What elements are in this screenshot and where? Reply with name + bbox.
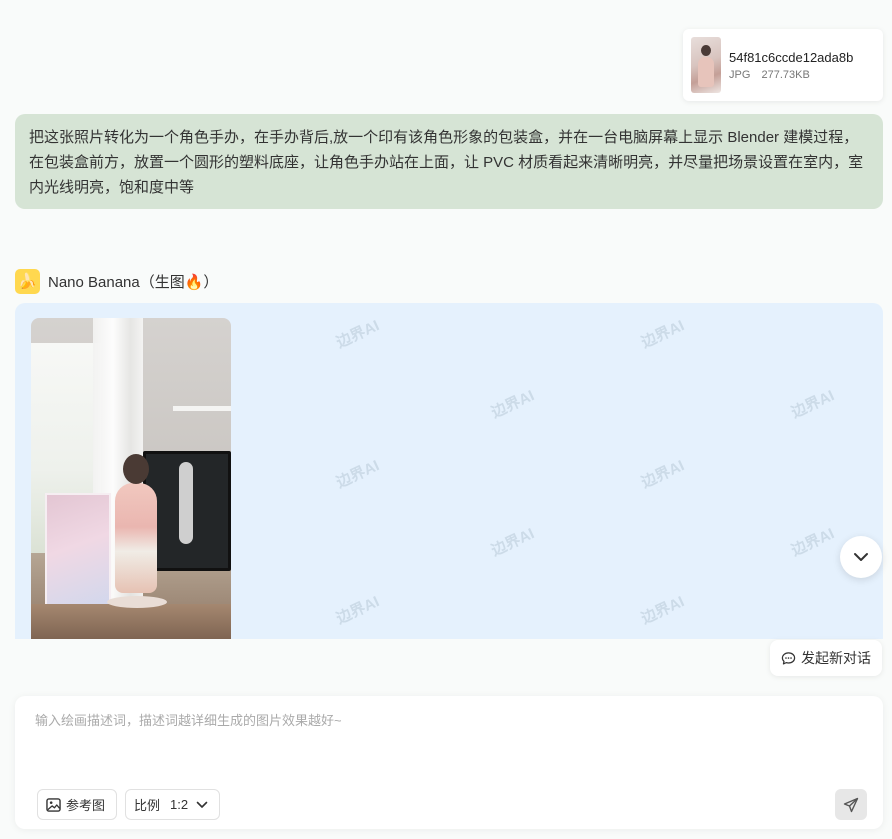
watermark: 边界AI bbox=[333, 457, 382, 492]
scene-figure-base bbox=[107, 596, 167, 608]
watermark: 边界AI bbox=[638, 593, 687, 628]
ratio-select[interactable]: 比例 1:2 bbox=[125, 789, 220, 820]
response-card: 边界AI 边界AI 边界AI 边界AI 边界AI 边界AI 边界AI 边界AI … bbox=[15, 303, 883, 639]
send-button[interactable] bbox=[835, 789, 867, 820]
attachment-thumbnail bbox=[691, 37, 721, 93]
watermark: 边界AI bbox=[788, 525, 837, 560]
user-message-bubble: 把这张照片转化为一个角色手办，在手办背后,放一个印有该角色形象的包装盒，并在一台… bbox=[15, 114, 883, 209]
attachment-card[interactable]: 54f81c6ccde12ada8b JPG 277.73KB bbox=[683, 29, 883, 101]
ratio-value: 1:2 bbox=[170, 797, 189, 812]
attachment-meta: 54f81c6ccde12ada8b JPG 277.73KB bbox=[729, 49, 859, 81]
watermark: 边界AI bbox=[333, 317, 382, 352]
new-chat-button[interactable]: 发起新对话 bbox=[770, 640, 882, 676]
banana-icon: 🍌 bbox=[15, 268, 40, 294]
bot-header: 🍌 Nano Banana（生图🔥） bbox=[15, 268, 218, 294]
composer: 参考图 比例 1:2 bbox=[15, 696, 883, 829]
watermark: 边界AI bbox=[488, 525, 537, 560]
watermark: 边界AI bbox=[638, 317, 687, 352]
reference-image-label: 参考图 bbox=[66, 798, 106, 813]
scroll-down-button[interactable] bbox=[840, 536, 882, 578]
scene-desk bbox=[31, 604, 231, 639]
watermark: 边界AI bbox=[333, 593, 382, 628]
send-icon bbox=[843, 797, 859, 812]
generated-image[interactable] bbox=[31, 318, 231, 639]
new-chat-label: 发起新对话 bbox=[801, 650, 871, 666]
reference-image-button[interactable]: 参考图 bbox=[37, 789, 117, 820]
image-icon bbox=[46, 797, 61, 812]
bot-name: Nano Banana（生图🔥） bbox=[48, 273, 219, 291]
scene-shelf bbox=[173, 406, 231, 411]
attachment-filesize: 277.73KB bbox=[761, 69, 810, 81]
watermark: 边界AI bbox=[788, 387, 837, 422]
prompt-input[interactable] bbox=[35, 710, 855, 770]
ratio-label: 比例 bbox=[134, 798, 161, 813]
watermark: 边界AI bbox=[488, 387, 537, 422]
scene-figure-head bbox=[123, 454, 149, 484]
chevron-down-icon bbox=[854, 553, 868, 561]
chevron-down-icon bbox=[196, 801, 208, 808]
attachment-filetype: JPG bbox=[729, 69, 751, 81]
attachment-info: JPG 277.73KB bbox=[729, 69, 859, 81]
chat-bubble-icon bbox=[781, 651, 796, 665]
watermark: 边界AI bbox=[638, 457, 687, 492]
scene-figure bbox=[115, 483, 157, 593]
attachment-filename: 54f81c6ccde12ada8b bbox=[729, 50, 854, 65]
